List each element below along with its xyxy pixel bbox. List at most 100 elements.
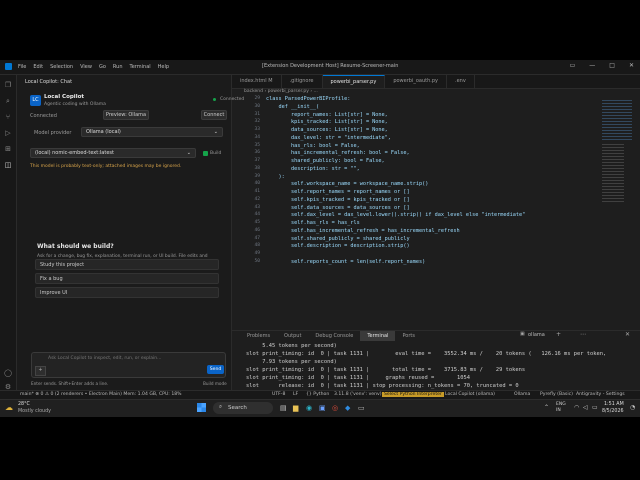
menu-selection[interactable]: Selection: [50, 64, 73, 70]
chat-app-subtitle: Agentic coding with Ollama: [44, 102, 106, 107]
line-number: 34: [254, 134, 260, 140]
send-button[interactable]: Send: [207, 365, 224, 374]
clock-date[interactable]: 8/5/2026: [602, 409, 624, 414]
taskbar-search[interactable]: ⌕ Search: [213, 402, 273, 414]
tab-index-html[interactable]: index.html M: [232, 75, 282, 88]
chevron-up-icon[interactable]: ⌃: [544, 404, 549, 411]
account-icon[interactable]: ◯: [4, 369, 12, 377]
code-line: def __init__(: [266, 103, 320, 110]
chat-header: Local Copilot: Chat: [25, 79, 73, 85]
tab-env[interactable]: .env: [447, 75, 475, 88]
minimize-icon[interactable]: —: [589, 62, 595, 69]
run-debug-icon[interactable]: ▷: [4, 129, 12, 137]
chat-icon[interactable]: ◫: [4, 161, 12, 169]
file-explorer-icon[interactable]: ▆: [293, 404, 298, 412]
tab-powerbi-oauth[interactable]: powerbi_oauth.py: [385, 75, 447, 88]
wifi-icon[interactable]: ◠: [574, 404, 579, 411]
editor-tabs: index.html M .gitignore powerbi_parser.p…: [232, 75, 640, 89]
connect-button[interactable]: Connect: [201, 110, 227, 120]
battery-icon[interactable]: ▭: [592, 404, 598, 411]
panel-tab-problems[interactable]: Problems: [240, 331, 277, 341]
model-provider-label: Model provider: [34, 130, 72, 136]
status-ollama[interactable]: Ollama: [514, 392, 530, 397]
menu-edit[interactable]: Edit: [33, 64, 43, 70]
edge-icon[interactable]: ◉: [306, 404, 312, 412]
search-icon[interactable]: ⌕: [4, 97, 12, 105]
terminal-more-icon[interactable]: ⋯: [580, 331, 586, 338]
maximize-icon[interactable]: □: [609, 62, 615, 69]
status-settings[interactable]: Antigravity - Settings: [576, 392, 625, 397]
menu-terminal[interactable]: Terminal: [130, 64, 151, 70]
chrome-icon[interactable]: ◎: [332, 404, 338, 412]
menu-run[interactable]: Run: [113, 64, 123, 70]
menu-go[interactable]: Go: [99, 64, 106, 70]
select-interpreter-button[interactable]: Select Python Interpreter: [382, 392, 444, 397]
task-view-icon[interactable]: ▤: [280, 404, 287, 412]
code-editor[interactable]: class ParsedPowerBIProfile: def __init__…: [266, 96, 596, 266]
weather-temp[interactable]: 28°C: [18, 402, 30, 407]
desktop-screen: File Edit Selection View Go Run Terminal…: [0, 60, 640, 417]
start-icon[interactable]: [197, 403, 206, 412]
code-line: self.has_rls = has_rls: [266, 220, 360, 226]
menu-file[interactable]: File: [18, 64, 26, 70]
status-left[interactable]: main* ⊗ 0 ⚠ 0 (2 renderers • Electron Ma…: [20, 392, 182, 397]
search-label: Search: [228, 405, 247, 411]
model-select[interactable]: (local) nomic-embed-text:latest ⌄: [30, 148, 196, 158]
title-bar: File Edit Selection View Go Run Terminal…: [0, 60, 640, 75]
weather-icon[interactable]: ☁: [5, 403, 13, 412]
layout-icon[interactable]: ▭: [570, 62, 576, 69]
chat-panel: Local Copilot: Chat LC Local Copilot Age…: [17, 75, 244, 399]
chat-input-placeholder: Ask Local Copilot to inspect, edit, run,…: [48, 356, 162, 361]
status-pyrefly[interactable]: Pyrefly (Basic): [540, 392, 573, 397]
window-title: [Extension Development Host] Resume-Scre…: [262, 63, 399, 69]
code-line: class ParsedPowerBIProfile:: [266, 96, 351, 102]
line-number: 37: [254, 158, 260, 163]
extensions-icon[interactable]: ⊞: [4, 145, 12, 153]
minimap[interactable]: [598, 96, 638, 266]
tab-powerbi-parser[interactable]: powerbi_parser.py: [322, 75, 386, 88]
status-python-version[interactable]: 3.11.8 ('venv': venv): [334, 392, 382, 397]
suggestion-study-project[interactable]: Study this project: [35, 259, 219, 270]
preview-button[interactable]: Preview: Ollama: [103, 110, 149, 120]
explorer-icon[interactable]: ❐: [4, 81, 12, 89]
menu-view[interactable]: View: [80, 64, 92, 70]
clock-time[interactable]: 1:51 AM: [604, 402, 624, 407]
terminal-app-icon[interactable]: ▭: [358, 404, 365, 412]
status-encoding[interactable]: UTF-8: [272, 392, 285, 397]
status-eol[interactable]: LF: [293, 392, 298, 397]
panel-tab-output[interactable]: Output: [277, 331, 308, 341]
line-number: 43: [254, 204, 260, 210]
vscode-icon[interactable]: ◆: [345, 404, 350, 412]
status-language[interactable]: {} Python: [306, 392, 329, 397]
close-icon[interactable]: ✕: [629, 62, 634, 69]
model-provider-select[interactable]: Ollama (local) ⌄: [81, 127, 223, 137]
attach-icon[interactable]: +: [35, 366, 46, 376]
suggestion-fix-bug[interactable]: Fix a bug: [35, 273, 219, 284]
breadcrumb[interactable]: backend › powerbi_parser.py › ...: [244, 89, 318, 94]
status-local-copilot[interactable]: Local Copilot (ollama): [445, 392, 495, 397]
line-number-gutter: 29 30 31 32 33 34 35 36 37 38 39 40 41 42 43 44 45 46 47 48…: [232, 96, 262, 266]
chat-app-name: Local Copilot: [44, 94, 84, 100]
volume-icon[interactable]: ◁: [583, 404, 588, 411]
panel-close-icon[interactable]: ✕: [625, 331, 630, 338]
search-icon: ⌕: [219, 404, 223, 410]
suggestion-improve-ui[interactable]: Improve UI: [35, 287, 219, 298]
panel-tab-debug-console[interactable]: Debug Console: [308, 331, 360, 341]
chat-input-box[interactable]: Ask Local Copilot to inspect, edit, run,…: [31, 352, 226, 378]
build-checkbox[interactable]: [203, 151, 208, 156]
terminal-shell-name[interactable]: ollama: [528, 332, 545, 338]
menu-help[interactable]: Help: [158, 64, 169, 70]
code-line: has_rls: bool = False,: [266, 142, 360, 149]
add-terminal-icon[interactable]: +: [556, 331, 561, 338]
panel-tab-terminal[interactable]: Terminal: [360, 331, 396, 341]
chat-logo-icon: LC: [30, 95, 41, 106]
store-icon[interactable]: ▣: [319, 404, 326, 412]
source-control-icon[interactable]: ⑂: [4, 113, 12, 121]
panel-tab-ports[interactable]: Ports: [395, 331, 422, 341]
notification-bell-icon[interactable]: ◔: [630, 404, 635, 411]
code-line: data_sources: List[str] = None,: [266, 127, 388, 133]
model-provider-value: Ollama (local): [86, 129, 121, 135]
line-number: 41: [254, 189, 260, 194]
tab-gitignore[interactable]: .gitignore: [282, 75, 323, 88]
language-indicator[interactable]: ENG IN: [556, 402, 566, 414]
